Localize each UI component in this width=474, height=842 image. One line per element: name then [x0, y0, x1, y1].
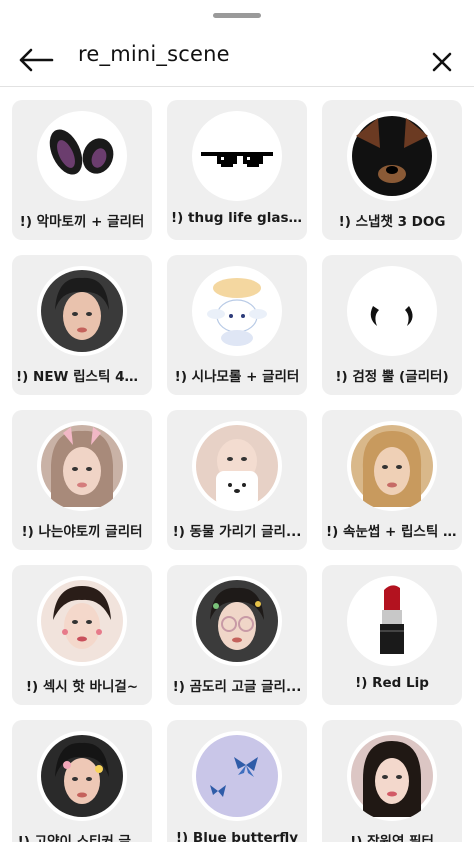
effect-label: !) 곰도리 고글 글리... [172, 679, 302, 695]
face-preview-icon [351, 735, 433, 817]
effect-card[interactable]: !) 장원영 필터 [322, 720, 462, 842]
effects-grid: !) 악마토끼 + 글리터 !) thug life glasses !) 스냅… [12, 100, 462, 842]
effect-label: !) 악마토끼 + 글리터 [19, 214, 145, 230]
effect-thumbnail [192, 111, 282, 201]
effect-thumbnail [37, 111, 127, 201]
face-preview-icon [196, 425, 278, 507]
effect-thumbnail [347, 731, 437, 821]
effect-card[interactable]: !) 검정 뿔 (글리터) [322, 255, 462, 395]
effect-label: !) thug life glasses [171, 210, 303, 226]
effect-thumbnail [37, 421, 127, 511]
effect-label: !) 동물 가리기 글리... [172, 524, 302, 540]
effect-label: !) 속눈썹 + 립스틱 ... [326, 524, 458, 540]
search-query[interactable]: re_mini_scene [78, 42, 230, 66]
effect-card[interactable]: !) 나는야토끼 글리터 [12, 410, 152, 550]
effect-thumbnail [192, 421, 282, 511]
face-preview-icon [41, 270, 123, 352]
effect-thumbnail [192, 576, 282, 666]
effect-label: !) Red Lip [355, 675, 429, 691]
search-header: re_mini_scene [0, 26, 474, 86]
effect-card[interactable]: !) Blue butterfly [167, 720, 307, 842]
effect-thumbnail [192, 266, 282, 356]
effect-card[interactable]: !) 동물 가리기 글리... [167, 410, 307, 550]
effect-card[interactable]: !) 고양이 스티커 글... [12, 720, 152, 842]
face-preview-icon [351, 425, 433, 507]
effect-card[interactable]: !) 악마토끼 + 글리터 [12, 100, 152, 240]
effect-card[interactable]: !) Red Lip [322, 565, 462, 705]
bunny-ears-icon [49, 129, 114, 175]
effect-thumbnail [347, 111, 437, 201]
effect-thumbnail [347, 266, 437, 356]
effect-label: !) 섹시 핫 바니걸~ [25, 679, 139, 695]
lipstick-icon [380, 585, 404, 654]
effect-card[interactable]: !) 곰도리 고글 글리... [167, 565, 307, 705]
face-preview-icon [196, 580, 278, 662]
arrow-left-icon [19, 48, 54, 72]
effect-card[interactable]: !) 속눈썹 + 립스틱 ... [322, 410, 462, 550]
effect-thumbnail [37, 731, 127, 821]
pixel-glasses-icon [201, 152, 273, 167]
effect-label: !) Blue butterfly [175, 830, 299, 842]
header-divider [0, 86, 474, 87]
effect-label: !) 고양이 스티커 글... [17, 834, 147, 842]
dog-filter-icon [352, 116, 432, 196]
sheet-drag-handle[interactable] [213, 13, 261, 18]
effect-card[interactable]: !) thug life glasses [167, 100, 307, 240]
effect-label: !) 장원영 필터 [350, 834, 434, 842]
face-preview-icon [41, 425, 123, 507]
black-horns-icon [370, 306, 413, 326]
effect-label: !) NEW 립스틱 4가... [16, 369, 148, 385]
effect-card[interactable]: !) 시나모롤 + 글리터 [167, 255, 307, 395]
effect-thumbnail [37, 576, 127, 666]
effect-thumbnail [37, 266, 127, 356]
back-button[interactable] [14, 40, 58, 80]
cinnamoroll-icon [196, 270, 278, 352]
effect-label: !) 검정 뿔 (글리터) [335, 369, 449, 385]
effect-label: !) 나는야토끼 글리터 [21, 524, 143, 540]
clear-button[interactable] [422, 44, 462, 80]
effect-card[interactable]: !) NEW 립스틱 4가... [12, 255, 152, 395]
effect-card[interactable]: !) 스냅챗 3 DOG [322, 100, 462, 240]
effect-thumbnail [192, 731, 282, 821]
effect-label: !) 시나모롤 + 글리터 [174, 369, 300, 385]
face-preview-icon [41, 580, 123, 662]
effect-thumbnail [347, 421, 437, 511]
close-icon [432, 52, 452, 72]
butterfly-icon [196, 735, 278, 817]
effect-label: !) 스냅챗 3 DOG [338, 214, 446, 230]
face-preview-icon [41, 735, 123, 817]
effect-card[interactable]: !) 섹시 핫 바니걸~ [12, 565, 152, 705]
effect-thumbnail [347, 576, 437, 666]
